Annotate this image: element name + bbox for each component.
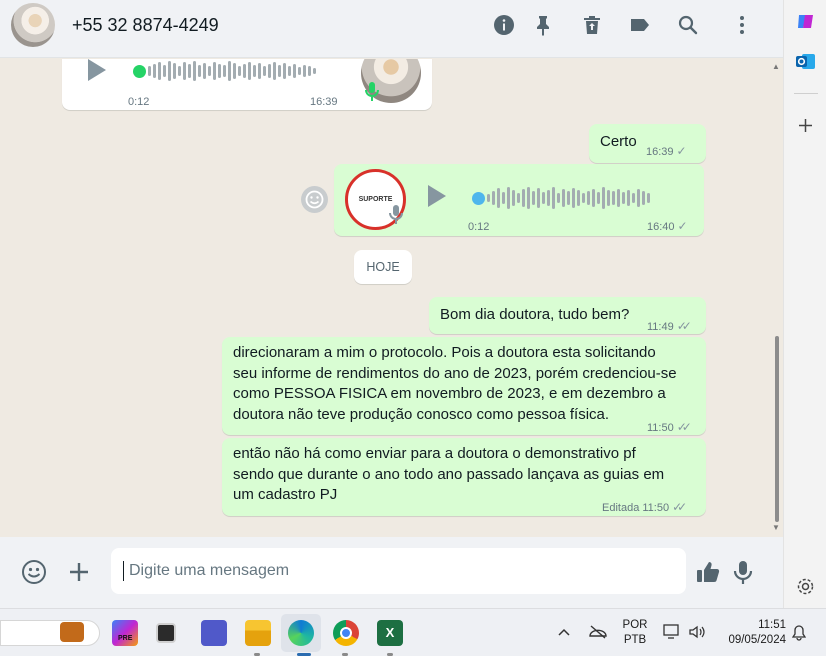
outgoing-message: então não há como enviar para a doutora … [222, 438, 706, 516]
message-time: 11:49 [647, 321, 674, 333]
scroll-down-arrow-icon[interactable]: ▼ [772, 523, 780, 532]
trash-icon[interactable] [580, 13, 604, 37]
outgoing-voice-message: SUPORTE 0:12 16:40 ✓ [334, 164, 704, 236]
microphone-icon[interactable] [729, 558, 757, 586]
contact-name[interactable]: +55 32 8874-4249 [72, 15, 219, 36]
voice-waveform[interactable] [487, 186, 650, 210]
single-check-icon: ✓ [677, 219, 688, 233]
message-time-status: Editada 11:50 ✓✓ [602, 497, 687, 519]
search-icon[interactable] [676, 13, 700, 37]
message-time: 16:40 [647, 221, 675, 233]
scroll-thumb[interactable] [775, 336, 779, 522]
edited-label: Editada [602, 502, 640, 514]
voice-progress-dot[interactable] [133, 65, 146, 78]
message-line: seu informe de rendimentos do ano de 202… [233, 364, 677, 382]
message-line: como PESSOA FISICA em novembro de 2023, … [233, 385, 666, 402]
message-time-status: 11:50 ✓✓ [647, 417, 692, 439]
message-time-status: 16:39 ✓ [646, 141, 687, 163]
message-line: doutora não teve produção conosco como p… [233, 405, 610, 423]
clock-time: 11:51 [758, 619, 786, 631]
message-text: Certo [600, 133, 637, 150]
voice-waveform[interactable] [148, 59, 316, 83]
preview-badge: PRE [118, 635, 133, 642]
message-line: direcionaram a mim o protocolo. Pois a d… [233, 344, 656, 361]
file-explorer-icon[interactable] [245, 620, 271, 646]
taskbar-search[interactable] [0, 620, 100, 646]
language-code: POR [622, 619, 648, 631]
windows-taskbar: PRE X POR PTB 11:51 09/05/2024 [0, 608, 826, 656]
clock-date: 09/05/2024 [728, 634, 786, 646]
pin-icon[interactable] [531, 13, 555, 37]
info-icon[interactable] [492, 13, 516, 37]
message-time: 11:50 [647, 422, 674, 434]
message-text: direcionaram a mim o protocolo. Pois a d… [233, 343, 703, 425]
network-offline-icon[interactable] [588, 624, 608, 640]
double-check-icon: ✓✓ [676, 319, 692, 333]
double-check-icon: ✓✓ [676, 420, 692, 434]
add-plus-icon[interactable] [795, 115, 816, 136]
notification-bell-icon[interactable] [792, 625, 806, 641]
chrome-icon[interactable] [333, 620, 359, 646]
play-icon[interactable] [88, 59, 106, 81]
settings-gear-icon[interactable] [795, 576, 816, 597]
message-time-status: 11:49 ✓✓ [647, 316, 692, 338]
mic-icon [389, 205, 403, 224]
copilot-icon[interactable] [795, 11, 816, 32]
thumbs-up-icon[interactable] [694, 558, 722, 586]
message-input[interactable]: Digite uma mensagem [111, 548, 686, 594]
edge-browser-icon[interactable] [288, 620, 314, 646]
input-language[interactable]: POR PTB [618, 618, 652, 648]
message-time: 11:50 [642, 502, 670, 514]
outgoing-message: direcionaram a mim o protocolo. Pois a d… [222, 337, 706, 435]
chat-header: +55 32 8874-4249 [0, 0, 783, 58]
outgoing-message: Bom dia doutora, tudo bem? 11:49 ✓✓ [429, 297, 706, 334]
briefcase-icon[interactable] [60, 622, 84, 642]
excel-icon[interactable]: X [377, 620, 403, 646]
play-icon[interactable] [428, 185, 446, 207]
display-icon[interactable] [663, 624, 681, 640]
teams-icon[interactable] [201, 620, 227, 646]
double-check-icon: ✓✓ [672, 500, 687, 514]
message-input-placeholder: Digite uma mensagem [129, 562, 290, 579]
task-view-icon[interactable] [156, 623, 176, 643]
attach-plus-icon[interactable] [65, 558, 93, 586]
keyboard-layout: PTB [623, 634, 647, 646]
message-line: então não há como enviar para a doutora … [233, 445, 636, 462]
contact-avatar[interactable] [11, 3, 55, 47]
reaction-emoji-icon[interactable] [301, 186, 328, 213]
text-caret [123, 561, 124, 581]
message-time: 16:39 [310, 96, 338, 108]
browser-sidebar [783, 0, 826, 608]
message-line: sendo que durante o ano todo ano passado… [233, 465, 665, 483]
outlook-icon[interactable] [795, 51, 816, 72]
message-time: 16:39 [646, 146, 674, 158]
message-time-status: 16:40 ✓ [647, 216, 688, 238]
label-icon[interactable] [628, 13, 652, 37]
incoming-voice-message: 0:12 16:39 [62, 59, 432, 110]
volume-icon[interactable] [688, 624, 706, 640]
scroll-up-arrow-icon[interactable]: ▲ [772, 62, 780, 71]
date-divider: HOJE [354, 250, 412, 284]
copilot-taskbar-icon[interactable]: PRE [112, 620, 138, 646]
voice-progress-dot[interactable] [472, 192, 485, 205]
chat-messages-area[interactable]: 0:12 16:39 Certo 16:39 ✓ SUPORTE 0:12 16:… [0, 59, 783, 537]
voice-duration: 0:12 [128, 96, 150, 108]
chevron-up-icon[interactable] [557, 627, 571, 637]
voice-duration: 0:12 [468, 221, 490, 233]
emoji-icon[interactable] [20, 558, 48, 586]
sidebar-divider [794, 93, 818, 94]
message-text: Bom dia doutora, tudo bem? [440, 306, 630, 323]
mic-icon [365, 82, 379, 101]
outgoing-message: Certo 16:39 ✓ [589, 124, 706, 163]
single-check-icon: ✓ [676, 144, 687, 158]
chat-scrollbar[interactable]: ▲ ▼ [772, 60, 782, 536]
clock[interactable]: 11:51 09/05/2024 [718, 618, 786, 648]
menu-dots-icon[interactable] [730, 13, 754, 37]
message-composer: Digite uma mensagem [0, 537, 783, 608]
